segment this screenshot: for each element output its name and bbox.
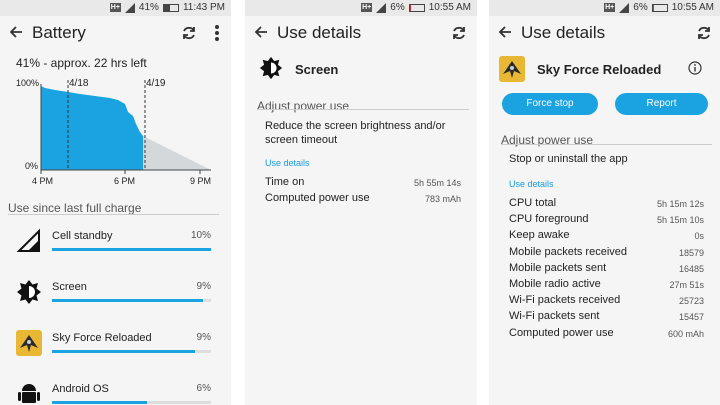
usage-item-screen[interactable]: Screen 9%: [0, 273, 231, 323]
x-tick-label: 9 PM: [190, 176, 212, 186]
battery-icon: [651, 3, 668, 12]
detail-value: 15457: [678, 312, 704, 323]
battery-panel: H+ 41% 11:43 PM Battery 41% - approx. 22…: [0, 0, 231, 405]
detail-key: Mobile packets received: [509, 245, 628, 258]
signal-strength-icon: [376, 2, 387, 13]
brightness-icon: [17, 280, 41, 304]
divider: [8, 214, 219, 215]
use-details-label: Use details: [265, 158, 310, 168]
refresh-icon[interactable]: [696, 25, 712, 41]
adjust-suggestion[interactable]: Reduce the screen brightness and/or scre…: [265, 119, 470, 147]
detail-value: 16485: [678, 263, 704, 274]
usage-bar: [52, 299, 211, 302]
usage-item-sky-force[interactable]: Sky Force Reloaded 9%: [0, 324, 231, 374]
section-header: Use since last full charge: [8, 201, 142, 215]
battery-projection-area: [143, 136, 211, 170]
usage-item-android-os[interactable]: Android OS 6%: [0, 375, 231, 405]
x-tick-label: 4 PM: [32, 176, 54, 186]
detail-value: 5h 15m 12s: [656, 199, 704, 209]
divider: [257, 109, 469, 110]
battery-history-chart: [40, 80, 211, 174]
usage-item-percent: 10%: [190, 230, 211, 241]
usage-item-cell-standby[interactable]: Cell standby 10%: [0, 222, 231, 272]
game-icon: [16, 330, 42, 356]
app-details-panel: H+ 6% 10:55 AM Use details Sky Force Rel…: [489, 0, 720, 405]
detail-key: CPU total: [509, 197, 557, 209]
status-bar: H+ 6% 10:55 AM: [489, 0, 720, 16]
detail-value: 5h 55m 14s: [413, 178, 461, 188]
section-header: Adjust power use: [257, 99, 350, 113]
back-arrow-icon[interactable]: [253, 24, 269, 40]
battery-percent: 6%: [633, 2, 648, 13]
refresh-icon[interactable]: [451, 25, 467, 41]
usage-bar: [52, 350, 211, 353]
detail-value: 600 mAh: [667, 328, 704, 339]
detail-key: Computed power use: [265, 192, 370, 204]
app-name: Screen: [295, 62, 339, 77]
usage-item-label: Sky Force Reloaded: [52, 332, 152, 344]
usage-bar: [52, 401, 211, 404]
detail-key: Time on: [265, 176, 305, 188]
usage-item-percent: 6%: [196, 383, 211, 394]
usage-item-percent: 9%: [196, 332, 211, 343]
detail-key: Mobile radio active: [509, 278, 601, 290]
usage-item-percent: 9%: [196, 281, 211, 292]
signal-icon: [16, 228, 40, 252]
brightness-icon: [259, 56, 283, 80]
usage-item-label: Android OS: [52, 383, 109, 395]
detail-key: Keep awake: [509, 229, 570, 242]
android-icon: [18, 384, 40, 403]
detail-value: 5h 15m 10s: [656, 215, 704, 226]
detail-key: Wi-Fi packets received: [509, 294, 621, 307]
detail-value: 25723: [678, 296, 704, 307]
clock: 10:55 AM: [428, 2, 471, 13]
app-bar: Use details: [245, 16, 477, 50]
detail-value: 0s: [694, 231, 704, 242]
screen-details-panel: H+ 6% 10:55 AM Use details Screen Adjust…: [245, 0, 477, 405]
usage-bar: [52, 248, 211, 251]
status-bar: H+ 6% 10:55 AM: [245, 0, 477, 16]
clock: 10:55 AM: [671, 2, 714, 13]
usage-item-label: Cell standby: [52, 230, 113, 242]
app-name: Sky Force Reloaded: [537, 62, 662, 77]
detail-value: 27m 51s: [669, 280, 704, 290]
back-arrow-icon[interactable]: [497, 24, 513, 40]
use-details-label: Use details: [509, 179, 554, 189]
battery-icon: [408, 3, 425, 12]
battery-usage-area: [41, 86, 143, 170]
x-tick-label: 6 PM: [114, 176, 136, 186]
report-button[interactable]: Report: [615, 93, 708, 115]
detail-key: Mobile packets sent: [509, 261, 607, 274]
signal-strength-icon: [619, 2, 630, 13]
network-type: H+: [604, 3, 616, 12]
page-title: Use details: [277, 23, 362, 42]
app-bar: Use details: [489, 16, 720, 50]
detail-key: Computed power use: [509, 326, 614, 339]
detail-value: 783 mAh: [424, 194, 461, 204]
adjust-suggestion[interactable]: Stop or uninstall the app: [509, 153, 628, 165]
battery-percent: 6%: [390, 2, 405, 13]
divider: [501, 144, 712, 145]
detail-key: Wi-Fi packets sent: [509, 310, 600, 323]
game-icon: [499, 56, 525, 82]
info-icon[interactable]: [688, 61, 702, 75]
force-stop-button[interactable]: Force stop: [502, 93, 598, 115]
detail-value: 18579: [678, 247, 704, 258]
usage-item-label: Screen: [52, 281, 87, 293]
network-type: H+: [361, 3, 373, 12]
page-title: Use details: [521, 23, 606, 42]
detail-key: CPU foreground: [509, 213, 589, 226]
